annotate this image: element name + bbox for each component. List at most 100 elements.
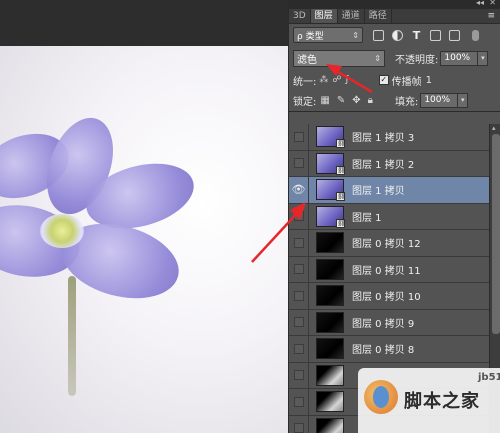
- hidden-box-icon: [293, 343, 304, 354]
- layer-name: 图层 0 拷贝 10: [352, 292, 421, 304]
- layer-thumbnail: [316, 258, 344, 280]
- layer-row[interactable]: 图层 0 拷贝 8: [289, 335, 489, 363]
- opacity-input[interactable]: 100%: [440, 50, 479, 66]
- layer-row[interactable]: 图层 0 拷贝 10: [289, 282, 489, 310]
- hidden-box-icon: [293, 370, 304, 381]
- filter-row: ρ 类型 ⇕ T: [289, 24, 500, 46]
- unify-icons: ⁂ ☍ ƒ: [319, 75, 348, 85]
- unify-row: 统一: ⁂ ☍ ƒ ✓ 传播帧 1: [289, 70, 500, 90]
- layer-thumbnail: ⛓: [316, 152, 346, 175]
- layer-name: 图层 1: [352, 212, 382, 224]
- hidden-box-icon: [293, 211, 304, 222]
- document-canvas[interactable]: [0, 0, 288, 433]
- fill-input[interactable]: 100%: [420, 93, 459, 108]
- tab-channels[interactable]: 通道: [338, 9, 365, 23]
- link-badge-icon: ⛓: [336, 192, 346, 202]
- layer-name: 图层 1 拷贝: [352, 186, 405, 198]
- fill-label: 填充:: [394, 97, 419, 108]
- flower-center: [40, 214, 84, 248]
- collapse-icon[interactable]: ◂◂: [476, 0, 484, 7]
- layer-row[interactable]: 图层 0 拷贝 9: [289, 309, 489, 336]
- layer-thumbnail: [316, 391, 344, 413]
- scroll-thumb[interactable]: [492, 134, 500, 334]
- visibility-toggle[interactable]: [289, 229, 309, 256]
- scroll-up-icon[interactable]: ▴: [492, 124, 496, 132]
- smart-object-filter-icon[interactable]: [449, 29, 460, 41]
- visibility-toggle[interactable]: [289, 362, 309, 389]
- unify-position-icon[interactable]: ⁂: [319, 75, 328, 85]
- link-badge-icon: ⛓: [336, 165, 346, 175]
- visibility-toggle[interactable]: [289, 203, 309, 230]
- link-badge-icon: ⛓: [336, 139, 346, 149]
- flower-stem: [68, 276, 76, 396]
- tab-layers[interactable]: 图层: [310, 9, 338, 23]
- lock-icons: ▦ ✎ ✥ 🔒︎: [320, 95, 373, 106]
- type-filter-icon[interactable]: T: [411, 30, 422, 41]
- layer-row[interactable]: ⛓ 图层 1: [289, 203, 489, 230]
- layer-thumbnail: ⛓: [316, 126, 346, 149]
- layer-thumbnail: [316, 285, 344, 307]
- layer-thumbnail: ⛓: [316, 205, 346, 228]
- pixel-filter-icon[interactable]: [373, 29, 384, 41]
- panel-tabs: 3D 图层 通道 路径 ≡: [289, 9, 500, 24]
- layer-thumbnail: [316, 338, 344, 360]
- layer-row[interactable]: 图层 0 拷贝 11: [289, 256, 489, 283]
- layer-thumbnail: [316, 311, 344, 333]
- lock-all-icon[interactable]: 🔒︎: [368, 95, 373, 106]
- layer-row[interactable]: ⛓ 图层 1 拷贝 3: [289, 123, 489, 151]
- panel-menu-icon[interactable]: ≡: [487, 9, 495, 24]
- canvas-top-bar: [0, 0, 288, 46]
- visibility-toggle[interactable]: [289, 335, 309, 362]
- visibility-toggle[interactable]: [289, 309, 309, 336]
- eye-icon: 👁︎: [291, 183, 306, 197]
- watermark-title: 脚本之家: [404, 391, 480, 412]
- visibility-toggle[interactable]: [289, 415, 309, 433]
- tab-paths[interactable]: 路径: [365, 9, 392, 23]
- visibility-toggle[interactable]: 👁︎: [289, 176, 309, 203]
- layer-name: 图层 0 拷贝 8: [352, 345, 415, 357]
- filter-icons: T: [373, 29, 479, 41]
- hidden-box-icon: [293, 396, 304, 407]
- filter-toggle-icon[interactable]: [472, 29, 479, 41]
- layer-row[interactable]: ⛓ 图层 1 拷贝 2: [289, 150, 489, 177]
- visibility-toggle[interactable]: [289, 150, 309, 177]
- link-badge-icon: ⛓: [336, 218, 346, 228]
- layer-row[interactable]: 图层 0 拷贝 12: [289, 229, 489, 257]
- visibility-toggle[interactable]: [289, 256, 309, 283]
- layer-row[interactable]: 👁︎ ⛓ 图层 1 拷贝: [289, 176, 489, 204]
- filter-type-select[interactable]: ρ 类型 ⇕: [293, 27, 363, 43]
- layer-name: 图层 0 拷贝 12: [352, 239, 421, 251]
- fill-slider-button[interactable]: ▾: [458, 93, 469, 108]
- blend-mode-select[interactable]: 滤色 ⇕: [293, 49, 385, 67]
- layer-name: 图层 1 拷贝 3: [352, 133, 415, 145]
- visibility-toggle[interactable]: [289, 282, 309, 309]
- propagate-frame-label: 传播帧: [391, 76, 422, 88]
- unify-style-icon[interactable]: ƒ: [346, 75, 349, 85]
- hidden-box-icon: [293, 237, 304, 248]
- site-watermark: jb51.net 脚本之家: [358, 368, 500, 433]
- unify-visibility-icon[interactable]: ☍: [332, 75, 341, 85]
- layer-thumbnail: [316, 232, 344, 254]
- hidden-box-icon: [293, 131, 304, 142]
- filter-type-label: ρ 类型: [297, 31, 324, 42]
- lock-position-icon[interactable]: ✥: [352, 95, 360, 106]
- lock-label: 锁定:: [293, 97, 317, 108]
- adjustment-filter-icon[interactable]: [392, 29, 403, 41]
- tab-3d[interactable]: 3D: [289, 9, 311, 23]
- visibility-toggle[interactable]: [289, 123, 309, 150]
- hidden-box-icon: [293, 290, 304, 301]
- layer-name: 图层 1 拷贝 2: [352, 159, 415, 171]
- opacity-slider-button[interactable]: ▾: [478, 50, 489, 66]
- visibility-toggle[interactable]: [289, 388, 309, 415]
- shape-filter-icon[interactable]: [430, 29, 441, 41]
- watermark-url: jb51.net: [478, 372, 500, 383]
- layer-thumbnail: [316, 417, 344, 433]
- propagate-frame-checkbox[interactable]: ✓: [378, 75, 389, 85]
- chevron-down-icon: ⇕: [352, 30, 359, 40]
- propagate-frame-value: 1: [425, 74, 433, 86]
- lock-row: 锁定: ▦ ✎ ✥ 🔒︎ 填充: 100% ▾: [289, 90, 500, 112]
- hidden-box-icon: [293, 264, 304, 275]
- close-icon[interactable]: ✕: [489, 0, 496, 7]
- lock-pixels-icon[interactable]: ✎: [337, 95, 345, 106]
- lock-transparent-icon[interactable]: ▦: [320, 95, 329, 106]
